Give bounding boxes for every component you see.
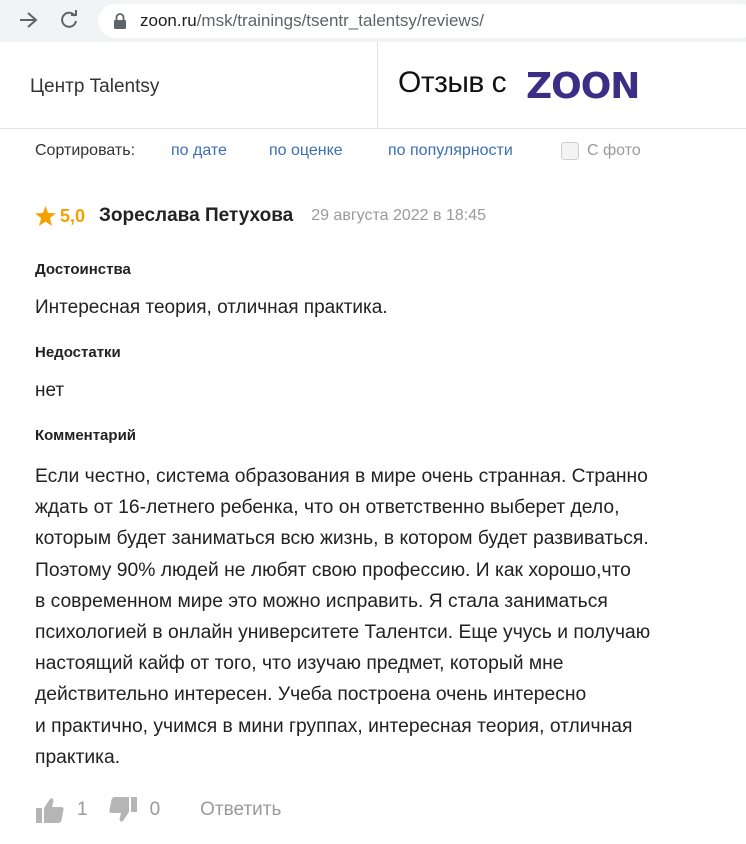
lock-icon[interactable] [112,12,128,30]
reload-icon[interactable] [56,7,82,33]
comment-text: Если честно, система образования в мире … [35,466,651,768]
with-photo-checkbox[interactable] [561,142,579,160]
sort-bar: Сортировать: по дате по оценке по популя… [0,129,746,174]
sort-by-popularity-link[interactable]: по популярности [388,142,513,160]
sort-by-date-link[interactable]: по дате [171,142,227,160]
star-icon [35,206,56,227]
url-domain: zoon.ru [140,11,197,30]
thumbs-down-icon[interactable] [108,796,138,824]
cons-text: нет [35,380,65,401]
reply-button[interactable]: Ответить [200,799,281,821]
review-actions: 1 0 Ответить [35,795,281,825]
browser-toolbar: zoon.ru/msk/trainings/tsentr_talentsy/re… [0,0,746,42]
review-page-header: Центр Talentsy Отзыв с ZOON [0,42,746,129]
comment-title: Комментарий [35,427,137,444]
url-path: /msk/trainings/tsentr_talentsy/reviews/ [196,11,484,30]
pros-title: Достоинства [35,261,131,278]
review-rating: 5,0 [60,205,86,226]
review-header: 5,0 Зореслава Петухова 29 августа 2022 в… [35,203,486,229]
sort-by-rating-link[interactable]: по оценке [269,142,343,160]
review-author[interactable]: Зореслава Петухова [99,205,293,227]
thumbs-up-icon[interactable] [35,796,65,824]
dislikes-count: 0 [149,799,161,820]
address-bar[interactable]: zoon.ru/msk/trainings/tsentr_talentsy/re… [98,4,746,38]
cons-title: Недостатки [35,344,121,361]
zoon-logo: ZOON [526,66,640,107]
review-date: 29 августа 2022 в 18:45 [311,207,486,224]
pros-text: Интересная теория, отличная практика. [35,297,388,318]
sort-label: Сортировать: [35,142,136,159]
back-arrow-icon[interactable] [15,7,41,33]
source-label: Отзыв с [398,66,507,99]
likes-count: 1 [77,799,88,820]
header-divider [377,42,378,128]
url-text: zoon.ru/msk/trainings/tsentr_talentsy/re… [140,11,484,31]
with-photo-label[interactable]: С фото [587,142,641,160]
org-name[interactable]: Центр Talentsy [30,76,159,98]
